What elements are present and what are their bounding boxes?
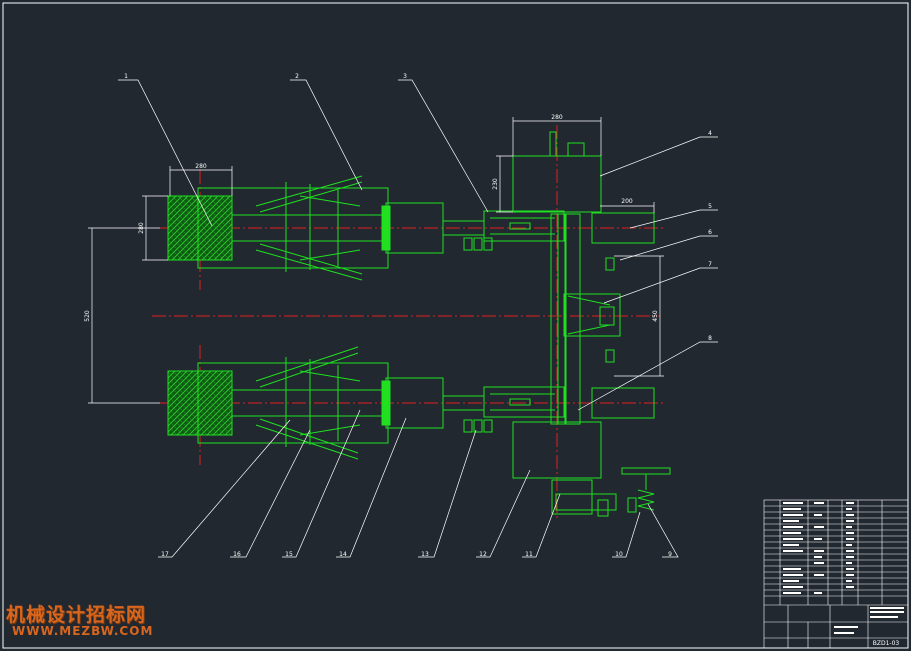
part-label-1: 1 — [124, 73, 128, 80]
assembly-drawing: 280 280 230 280 200 450 520 1 2 3 4 5 6 … — [2, 2, 909, 649]
part-label-4: 4 — [708, 130, 712, 137]
dim-frame-span: 450 — [652, 310, 659, 322]
watermark-title: 机械设计招标网 — [6, 604, 147, 626]
watermark-url: WWW.MEZBW.COM — [12, 624, 154, 638]
part-label-14: 14 — [339, 551, 347, 558]
part-label-11: 11 — [525, 551, 533, 558]
roller-lower — [167, 370, 233, 436]
part-label-17: 17 — [161, 551, 169, 558]
part-label-12: 12 — [479, 551, 487, 558]
watermark-logo: 机械设计招标网 WWW.MEZBW.COM — [6, 600, 152, 644]
part-label-13: 13 — [421, 551, 429, 558]
part-label-7: 7 — [708, 261, 712, 268]
dim-center-distance: 520 — [84, 310, 91, 322]
dim-roller-width: 280 — [195, 163, 207, 170]
part-label-9: 9 — [668, 551, 672, 558]
part-label-5: 5 — [708, 203, 712, 210]
dim-roller-height: 280 — [138, 222, 145, 234]
part-label-2: 2 — [295, 73, 299, 80]
roller-upper — [167, 195, 233, 261]
part-label-15: 15 — [285, 551, 293, 558]
parts-list-entries — [783, 502, 904, 634]
drawing-number: BZD1-03 — [873, 640, 900, 647]
dim-arm-length: 200 — [621, 198, 633, 205]
part-label-8: 8 — [708, 335, 712, 342]
part-label-6: 6 — [708, 229, 712, 236]
dim-motor-width: 280 — [551, 114, 563, 121]
part-label-10: 10 — [615, 551, 623, 558]
leader-lines — [118, 79, 718, 558]
dim-motor-height: 230 — [492, 178, 499, 190]
lower-assembly — [167, 346, 671, 517]
part-label-3: 3 — [403, 73, 407, 80]
centerlines — [152, 125, 665, 520]
upper-assembly — [167, 131, 655, 281]
part-label-16: 16 — [233, 551, 241, 558]
drawing-frame — [2, 2, 909, 649]
